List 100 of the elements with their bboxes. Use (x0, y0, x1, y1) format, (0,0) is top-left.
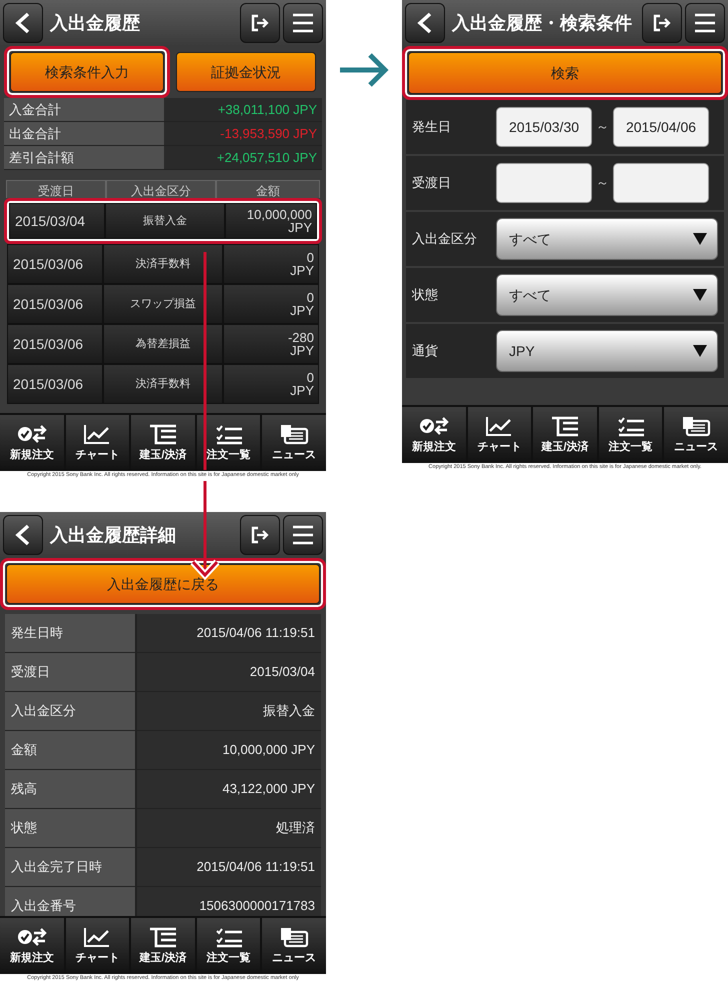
total-value: +24,057,510 JPY (164, 146, 322, 170)
detail-value: 振替入金 (137, 692, 321, 731)
date-field[interactable]: 2015/03/30 (496, 107, 592, 147)
logout-icon (653, 14, 671, 32)
field-label: 発生日 (411, 118, 452, 136)
menu-button[interactable] (283, 3, 323, 43)
menu-button[interactable] (283, 515, 323, 555)
check-arrows-icon (418, 414, 449, 437)
checklist-icon (214, 926, 244, 948)
select-field[interactable]: JPY (496, 330, 718, 372)
total-label: 入金合計 (4, 98, 164, 122)
total-value: +38,011,100 JPY (164, 98, 322, 122)
table-cell: 0 JPY (223, 244, 319, 284)
check-arrows-icon (16, 926, 47, 948)
logout-button[interactable] (642, 3, 682, 43)
detail-label: 状態 (5, 809, 137, 848)
select-field[interactable]: すべて (496, 274, 718, 316)
table-row[interactable]: 2015/03/04 振替入金 10,000,000 JPY (4, 198, 322, 244)
date-field[interactable] (496, 163, 592, 203)
table-row[interactable]: 2015/03/06 決済手数料 0 JPY (7, 244, 319, 284)
newspaper-icon (279, 926, 310, 948)
action-button[interactable]: 検索 (408, 52, 722, 94)
table-cell: 10,000,000 JPY (225, 203, 317, 239)
back-button[interactable] (3, 3, 43, 43)
check-arrows-icon (16, 422, 47, 445)
caret-icon (693, 289, 707, 301)
total-value: -13,953,590 JPY (164, 122, 322, 146)
total-label: 差引合計額 (4, 146, 164, 170)
detail-value: 2015/04/06 11:19:51 (137, 614, 321, 653)
field-label: 通貨 (411, 342, 439, 360)
table-cell: 0 JPY (223, 364, 319, 404)
back-button[interactable] (405, 3, 445, 43)
detail-value: 10,000,000 JPY (137, 731, 321, 770)
table-row[interactable]: 2015/03/06 決済手数料 0 JPY (7, 364, 319, 404)
screen-title: 入出金履歴 (50, 12, 141, 34)
table-cell: 振替入金 (105, 203, 225, 239)
logout-icon (251, 526, 269, 544)
newspaper-icon (279, 422, 310, 445)
table-cell: 決済手数料 (103, 244, 223, 284)
caret-icon (693, 345, 707, 357)
detail-value: 43,122,000 JPY (137, 770, 321, 809)
field-label: 受渡日 (411, 174, 452, 192)
detail-value: 2015/03/04 (137, 653, 321, 692)
table-cell: -280 JPY (223, 324, 319, 364)
detail-value: 1506300000171783 (137, 887, 321, 916)
detail-label: 入出金番号 (5, 887, 137, 916)
table-cell: 2015/03/06 (7, 364, 103, 404)
detail-label: 発生日時 (5, 614, 137, 653)
action-button[interactable]: 検索条件入力 (10, 52, 164, 92)
action-button[interactable]: 入出金履歴に戻る (6, 564, 320, 604)
menu-icon (694, 13, 716, 33)
back-button[interactable] (3, 515, 43, 555)
bracket-lines-icon (148, 926, 178, 948)
logout-icon (251, 14, 269, 32)
range-separator: ～ (596, 118, 609, 136)
action-button[interactable]: 証拠金状況 (176, 52, 316, 92)
bracket-lines-icon (550, 414, 580, 437)
date-field[interactable]: 2015/04/06 (613, 107, 709, 147)
checklist-icon (616, 414, 646, 437)
logout-button[interactable] (240, 515, 280, 555)
table-cell: 2015/03/06 (7, 324, 103, 364)
detail-value: 処理済 (137, 809, 321, 848)
select-field[interactable]: すべて (496, 218, 718, 260)
range-separator: ～ (596, 174, 609, 192)
table-cell: 為替差損益 (103, 324, 223, 364)
column-header: 受渡日 (6, 180, 106, 198)
field-label: 入出金区分 (411, 230, 478, 248)
screen-title: 入出金履歴・検索条件 (452, 12, 633, 34)
table-cell: 0 JPY (223, 284, 319, 324)
newspaper-icon (681, 414, 712, 437)
date-field[interactable] (613, 163, 709, 203)
total-label: 出金合計 (4, 122, 164, 146)
caret-icon (693, 233, 707, 245)
menu-icon (292, 13, 314, 33)
screen-title: 入出金履歴詳細 (50, 524, 177, 546)
checklist-icon (214, 422, 244, 445)
flow-arrow (338, 52, 389, 88)
column-header: 金額 (216, 180, 320, 198)
table-cell: スワップ損益 (103, 284, 223, 324)
table-cell: 決済手数料 (103, 364, 223, 404)
column-header: 入出金区分 (106, 180, 216, 198)
menu-icon (292, 525, 314, 545)
detail-label: 受渡日 (5, 653, 137, 692)
back-icon (416, 12, 434, 34)
detail-label: 入出金完了日時 (5, 848, 137, 887)
detail-label: 残高 (5, 770, 137, 809)
field-label: 状態 (410, 286, 439, 304)
table-cell: 2015/03/04 (9, 203, 105, 239)
table-row[interactable]: 2015/03/06 スワップ損益 0 JPY (7, 284, 319, 324)
detail-label: 金額 (5, 731, 137, 770)
table-cell: 2015/03/06 (7, 284, 103, 324)
detail-value: 2015/04/06 11:19:51 (137, 848, 321, 887)
back-icon (14, 12, 32, 34)
detail-label: 入出金区分 (5, 692, 137, 731)
menu-button[interactable] (685, 3, 725, 43)
back-icon (14, 524, 32, 546)
logout-button[interactable] (240, 3, 280, 43)
table-row[interactable]: 2015/03/06 為替差損益 -280 JPY (7, 324, 319, 364)
table-cell: 2015/03/06 (7, 244, 103, 284)
bracket-lines-icon (148, 422, 178, 445)
